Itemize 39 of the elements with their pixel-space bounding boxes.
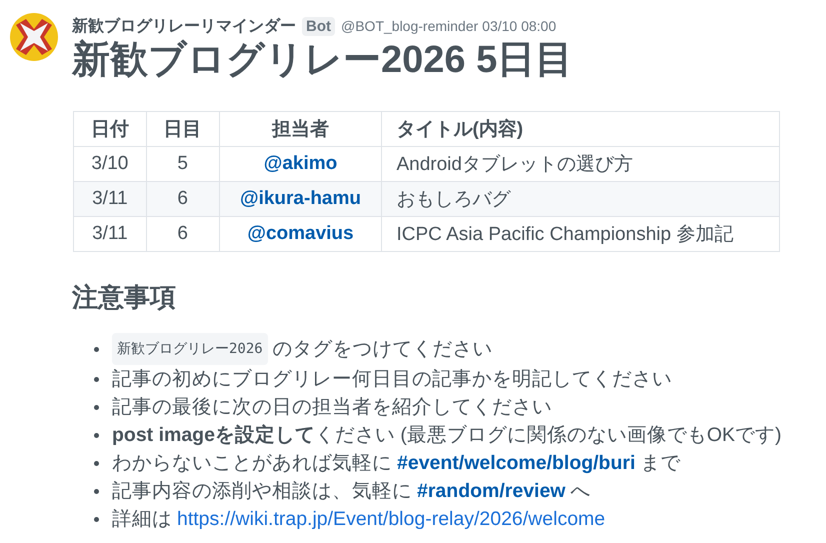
list-text: 記事内容の添削や相談は、気軽に — [112, 479, 412, 504]
bullet-icon — [94, 460, 99, 466]
author-handle: @BOT_blog-reminder — [341, 18, 478, 34]
list-text: 記事の最後に次の日の担当者を紹介してください — [112, 395, 552, 420]
avatar-icon — [10, 13, 58, 61]
link[interactable]: https://wiki.trap.jp/Event/blog-relay/2026/welcome — [177, 505, 606, 533]
bot-badge: Bot — [302, 16, 335, 36]
list-text: 詳細は — [112, 507, 172, 532]
user-mention[interactable]: @comavius — [219, 216, 382, 252]
list-text: わからないことがあれば気軽に — [112, 451, 392, 476]
table-cell: 3/11 — [74, 216, 146, 252]
tag-chip: 新歓ブログリレー2026 — [112, 333, 268, 365]
bullet-icon — [94, 516, 99, 522]
bullet-icon — [94, 488, 99, 494]
author-name[interactable]: 新歓ブログリレーリマインダー — [72, 16, 296, 36]
message-title: 新歓ブログリレー2026 5日目 — [72, 39, 574, 81]
table-cell: ICPC Asia Pacific Championship 参加記 — [382, 216, 780, 252]
list-text: 記事の初めにブログリレー何日目の記事かを明記してください — [112, 367, 672, 392]
user-mention[interactable]: @ikura-hamu — [219, 182, 382, 216]
column-header: 日付 — [74, 112, 146, 146]
channel-link[interactable]: #event/welcome/blog/buri — [397, 449, 636, 477]
table-cell: 6 — [146, 216, 220, 252]
column-header: 担当者 — [219, 112, 382, 146]
bullet-icon — [94, 346, 99, 352]
table-cell: 3/11 — [74, 182, 146, 216]
bullet-icon — [94, 432, 99, 438]
table-cell: 6 — [146, 182, 220, 216]
column-header: 日目 — [146, 112, 220, 146]
column-header: タイトル(内容) — [382, 112, 780, 146]
bullet-icon — [94, 404, 99, 410]
table-cell: おもしろバグ — [382, 182, 780, 216]
list-text: へ — [570, 479, 590, 504]
bullet-icon — [94, 376, 99, 382]
list-text: post imageを設定してください (最悪ブログに関係のない画像でもOKです) — [112, 423, 782, 448]
list-text: のタグをつけてください — [272, 337, 493, 362]
list-text: まで — [640, 451, 680, 476]
timestamp: 03/10 08:00 — [482, 18, 556, 34]
section-heading: 注意事項 — [72, 281, 177, 314]
channel-link[interactable]: #random/review — [417, 477, 566, 505]
